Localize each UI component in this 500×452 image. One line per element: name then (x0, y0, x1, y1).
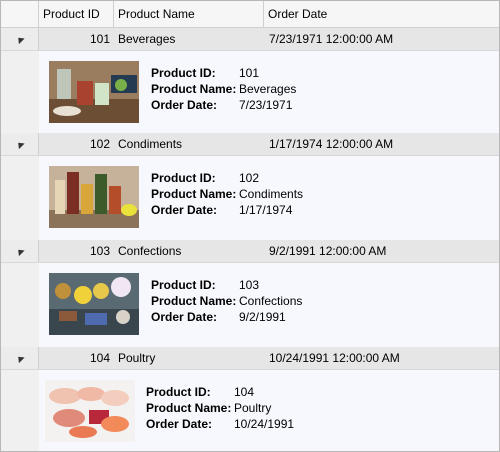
detail-label-product-name: Product Name: (151, 294, 237, 308)
row-details-panel: Product ID: 103 Product Name: Confections … (39, 263, 499, 348)
row-details-panel: Product ID: 104 Product Name: Poultry Orde… (39, 370, 499, 451)
detail-value-product-id: 104 (234, 385, 255, 399)
detail-value-product-name: Beverages (239, 82, 297, 96)
detail-label-order-date: Order Date: (151, 98, 218, 112)
cell-order-date[interactable]: 9/2/1991 12:00:00 AM (264, 244, 499, 258)
details-text: Product ID: 102 Product Name: Condiments O… (151, 170, 303, 218)
cell-product-name[interactable]: Poultry (114, 351, 264, 365)
cell-product-name[interactable]: Confections (114, 244, 264, 258)
detail-label-product-name: Product Name: (151, 187, 237, 201)
table-row[interactable]: 101 Beverages 7/23/1971 12:00:00 AM (1, 28, 499, 51)
detail-value-order-date: 10/24/1991 (234, 417, 295, 431)
detail-label-order-date: Order Date: (151, 310, 218, 324)
collapse-arrow-icon (14, 139, 25, 149)
cell-order-date[interactable]: 10/24/1991 12:00:00 AM (264, 351, 499, 365)
cell-product-name[interactable]: Condiments (114, 137, 264, 151)
expand-toggle[interactable] (1, 347, 39, 369)
expand-toggle[interactable] (1, 133, 39, 155)
cell-product-name[interactable]: Beverages (114, 32, 264, 46)
detail-label-product-id: Product ID: (151, 278, 216, 292)
table-row[interactable]: 103 Confections 9/2/1991 12:00:00 AM (1, 240, 499, 263)
detail-label-product-id: Product ID: (146, 385, 211, 399)
cell-product-id[interactable]: 102 (39, 137, 114, 151)
cell-order-date[interactable]: 7/23/1971 12:00:00 AM (264, 32, 499, 46)
poultry-photo (45, 380, 135, 442)
column-header-row: Product ID Product Name Order Date (1, 1, 499, 28)
cell-product-id[interactable]: 101 (39, 32, 114, 46)
detail-value-order-date: 9/2/1991 (239, 310, 286, 324)
confections-photo (49, 273, 139, 335)
table-row[interactable]: 102 Condiments 1/17/1974 12:00:00 AM (1, 133, 499, 156)
collapse-arrow-icon (14, 246, 25, 256)
column-header-product-id[interactable]: Product ID (39, 1, 114, 27)
row-details-panel: Product ID: 102 Product Name: Condiments O… (39, 156, 499, 241)
detail-label-product-name: Product Name: (146, 401, 232, 415)
expand-toggle[interactable] (1, 28, 39, 50)
details-text: Product ID: 103 Product Name: Confections … (151, 277, 302, 325)
condiments-photo (49, 166, 139, 228)
cell-product-id[interactable]: 103 (39, 244, 114, 258)
detail-value-product-name: Confections (239, 294, 303, 308)
detail-value-product-id: 101 (239, 66, 260, 80)
detail-value-product-name: Poultry (234, 401, 272, 415)
collapse-arrow-icon (14, 34, 25, 44)
header-indicator-cell (1, 1, 39, 27)
table-row[interactable]: 104 Poultry 10/24/1991 12:00:00 AM (1, 347, 499, 370)
cell-order-date[interactable]: 1/17/1974 12:00:00 AM (264, 137, 499, 151)
data-grid: Product ID Product Name Order Date 101 B… (0, 0, 500, 452)
beverages-photo (49, 61, 139, 123)
details-text: Product ID: 104 Product Name: Poultry Orde… (146, 384, 294, 432)
row-details-panel: Product ID: 101 Product Name: Beverages Or… (39, 51, 499, 136)
detail-label-product-name: Product Name: (151, 82, 237, 96)
detail-value-product-name: Condiments (239, 187, 304, 201)
detail-value-order-date: 1/17/1974 (239, 203, 293, 217)
column-header-product-name[interactable]: Product Name (114, 1, 264, 27)
detail-label-product-id: Product ID: (151, 66, 216, 80)
detail-label-order-date: Order Date: (151, 203, 218, 217)
expand-toggle[interactable] (1, 240, 39, 262)
details-text: Product ID: 101 Product Name: Beverages Or… (151, 65, 296, 113)
detail-value-order-date: 7/23/1971 (239, 98, 293, 112)
detail-label-order-date: Order Date: (146, 417, 213, 431)
detail-value-product-id: 103 (239, 278, 260, 292)
detail-value-product-id: 102 (239, 171, 260, 185)
detail-label-product-id: Product ID: (151, 171, 216, 185)
cell-product-id[interactable]: 104 (39, 351, 114, 365)
column-header-order-date[interactable]: Order Date (264, 1, 499, 27)
collapse-arrow-icon (14, 353, 25, 363)
